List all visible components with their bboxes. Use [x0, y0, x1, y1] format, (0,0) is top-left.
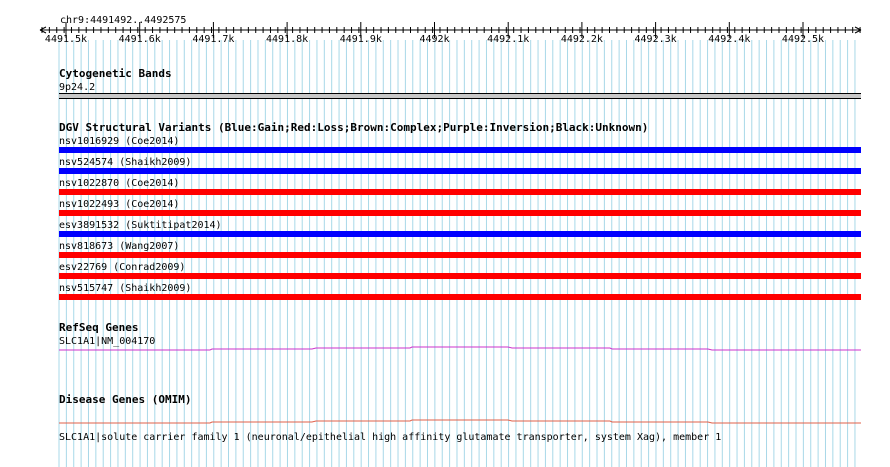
genome-browser-view: chr9:4491492..4492575 4491.5k 4491.6k 4491…: [0, 0, 890, 467]
omim-gene-feature[interactable]: [0, 0, 890, 467]
omim-gene-label: SLC1A1|solute carrier family 1 (neuronal…: [59, 432, 722, 443]
omim-gene-line[interactable]: [59, 419, 861, 424]
